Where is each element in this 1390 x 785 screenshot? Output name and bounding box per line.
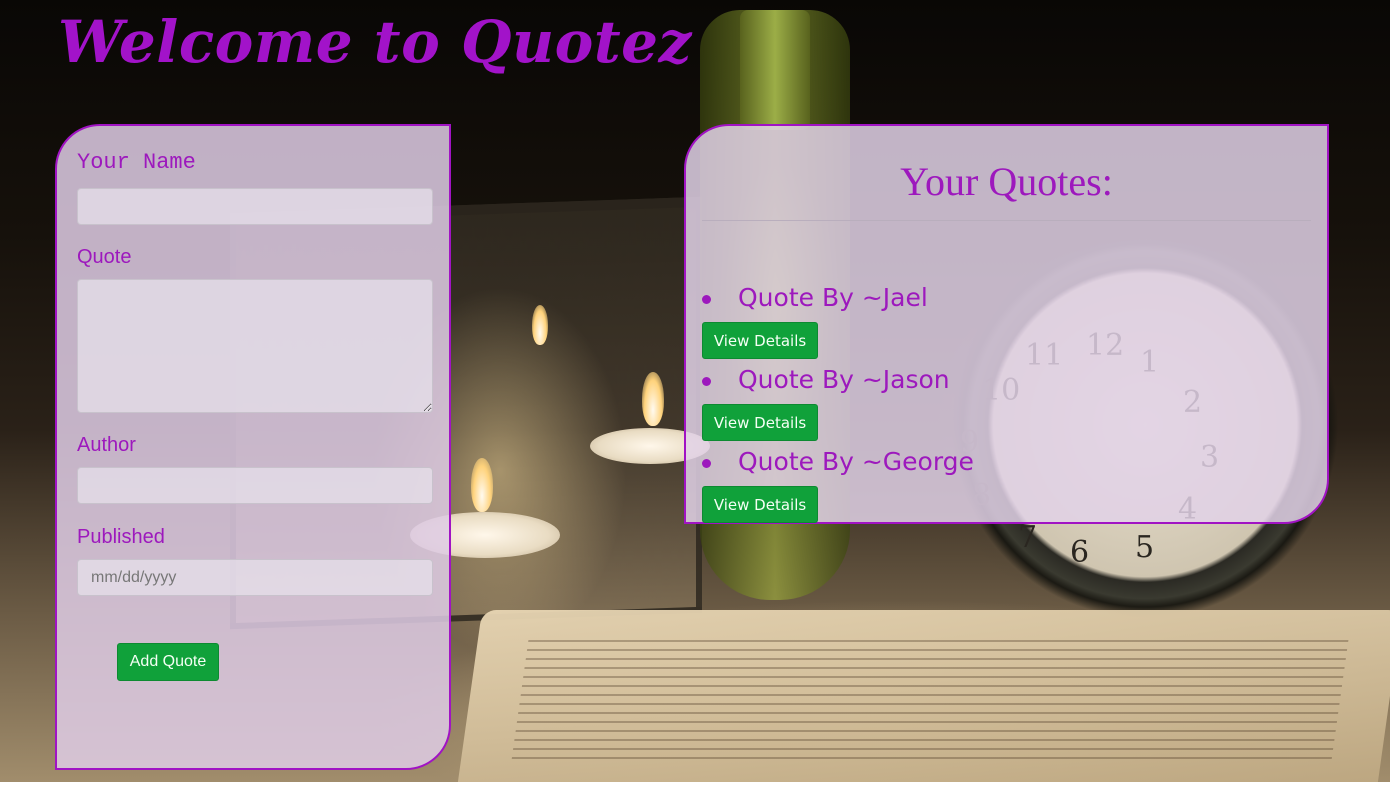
divider: [702, 220, 1311, 221]
view-details-button[interactable]: View Details: [702, 404, 818, 441]
name-label: Your Name: [77, 150, 196, 175]
published-date-input[interactable]: [77, 559, 433, 596]
background-flame: [642, 372, 664, 426]
quotes-heading: Your Quotes:: [900, 159, 1113, 204]
bullet-icon: [702, 459, 711, 468]
quote-label: Quote: [77, 246, 132, 268]
quote-textarea[interactable]: [77, 279, 433, 413]
quote-title: Quote By ~Jason: [738, 365, 950, 394]
bullet-icon: [702, 377, 711, 386]
quote-list-item: Quote By ~Jael View Details: [702, 276, 1302, 359]
name-input[interactable]: [77, 188, 433, 225]
page-title: Welcome to Quotez: [58, 8, 692, 76]
background-flame: [471, 458, 493, 512]
quote-title: Quote By ~George: [738, 447, 974, 476]
quote-title: Quote By ~Jael: [738, 283, 928, 312]
add-quote-button[interactable]: Add Quote: [117, 643, 219, 681]
quote-list-item: Quote By ~George View Details: [702, 440, 1302, 523]
view-details-button[interactable]: View Details: [702, 486, 818, 523]
author-input[interactable]: [77, 467, 433, 504]
add-quote-form: Your Name Quote Author Published Add Quo…: [55, 124, 451, 770]
quotes-panel: Your Quotes: Quote By ~Jael View Details…: [684, 124, 1329, 524]
quote-list: Quote By ~Jael View Details Quote By ~Ja…: [702, 276, 1302, 523]
author-label: Author: [77, 434, 136, 456]
published-label: Published: [77, 526, 165, 548]
background-bottle-neck: [740, 10, 810, 130]
background-book: [457, 610, 1390, 782]
bullet-icon: [702, 295, 711, 304]
background-book-text: [511, 640, 1349, 760]
quote-list-item: Quote By ~Jason View Details: [702, 358, 1302, 441]
page: 12 1 2 3 4 5 6 7 8 9 10 11 Welcome to Qu…: [0, 0, 1390, 782]
view-details-button[interactable]: View Details: [702, 322, 818, 359]
background-flame: [532, 305, 548, 345]
